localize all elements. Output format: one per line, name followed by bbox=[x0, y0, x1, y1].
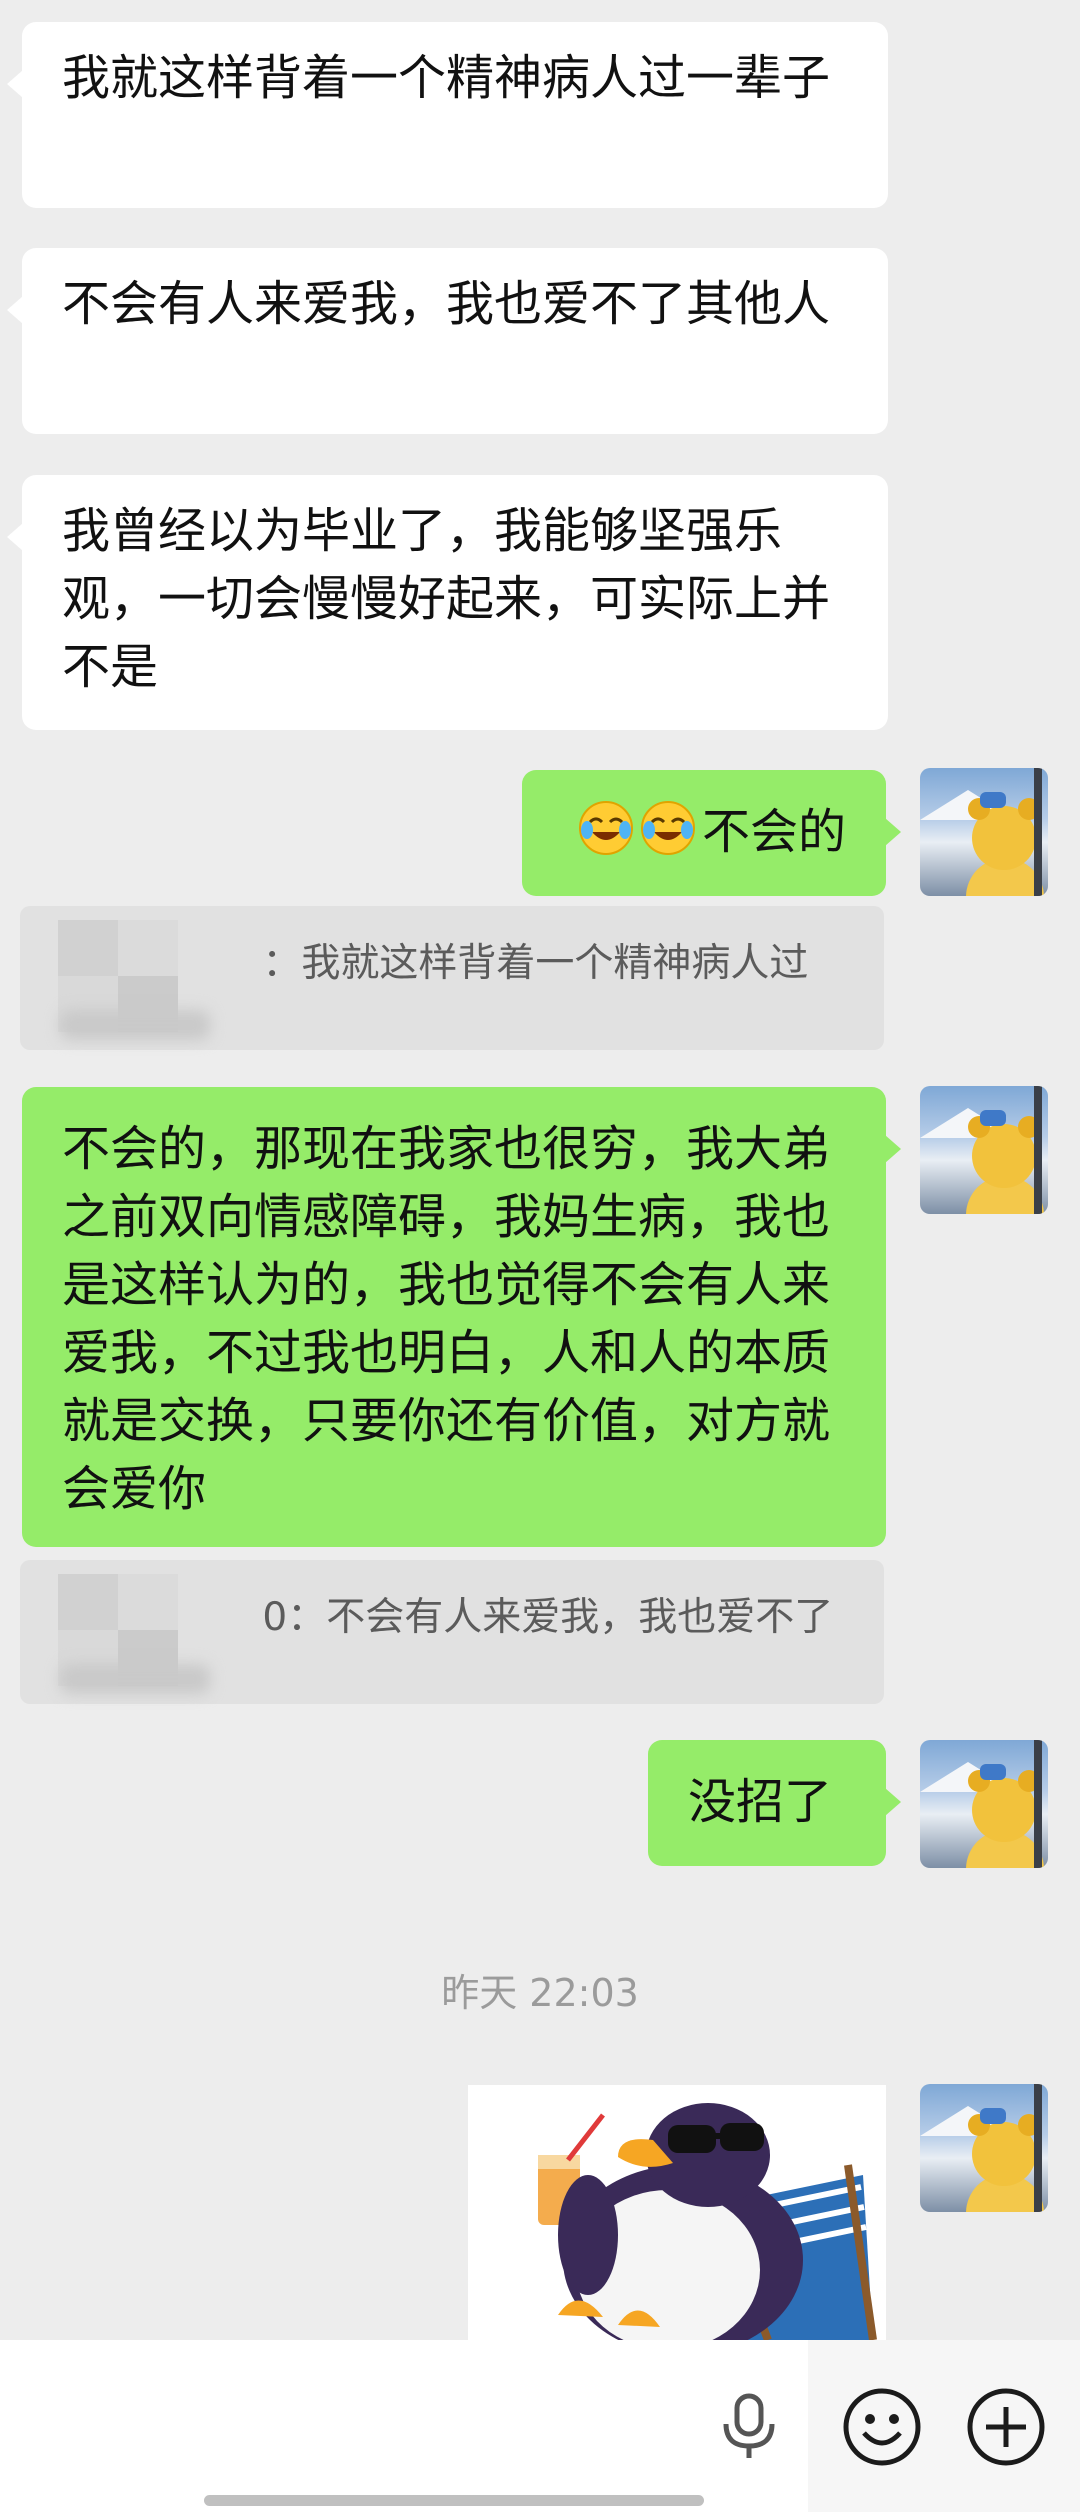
blurred-quote-tail bbox=[60, 1010, 210, 1040]
message-input[interactable] bbox=[0, 2340, 808, 2512]
input-bar bbox=[0, 2340, 1080, 2512]
microphone-icon[interactable] bbox=[716, 2392, 782, 2460]
message-bubble-incoming[interactable]: 我就这样背着一个精神病人过一辈子 bbox=[7, 22, 888, 208]
message-text: 我曾经以为毕业了，我能够坚强乐观，一切会慢慢好起来，可实际上并不是 bbox=[62, 503, 831, 695]
penguin-sticker-drawing bbox=[538, 2103, 877, 2345]
plus-icon[interactable] bbox=[966, 2387, 1046, 2467]
my-avatar[interactable] bbox=[920, 2084, 1048, 2212]
message-text: 我就这样背着一个精神病人过一辈子 bbox=[62, 50, 831, 106]
crying-laughing-emoji-icon bbox=[578, 801, 633, 855]
crying-laughing-emoji-icon bbox=[640, 801, 695, 855]
message-bubble-outgoing[interactable]: 不会的 bbox=[522, 770, 901, 896]
my-avatar[interactable] bbox=[920, 1740, 1048, 1868]
message-text: 没招了 bbox=[688, 1774, 833, 1830]
quoted-text: 0：不会有人来爱我，我也爱不了 bbox=[262, 1595, 834, 1640]
message-bubble-outgoing[interactable]: 没招了 bbox=[648, 1740, 901, 1866]
my-avatar[interactable] bbox=[920, 768, 1048, 896]
smiley-icon[interactable] bbox=[842, 2387, 922, 2467]
message-text: 不会的 bbox=[701, 804, 846, 860]
quoted-text: ：我就这样背着一个精神病人过 bbox=[262, 941, 809, 986]
message-text: 不会的，那现在我家也很穷，我大弟之前双向情感障碍，我妈生病，我也是这样认为的，我… bbox=[62, 1121, 831, 1517]
quoted-message[interactable]: 0：不会有人来爱我，我也爱不了 bbox=[20, 1560, 884, 1704]
message-text: 不会有人来爱我，我也爱不了其他人 bbox=[62, 276, 831, 332]
quoted-message[interactable]: ：我就这样背着一个精神病人过 bbox=[20, 906, 884, 1050]
my-avatar[interactable] bbox=[920, 1086, 1048, 1214]
chat-timestamp: 昨天 22:03 bbox=[441, 1971, 639, 2015]
home-indicator bbox=[204, 2495, 704, 2506]
blurred-quote-tail bbox=[60, 1664, 210, 1694]
message-bubble-incoming[interactable]: 我曾经以为毕业了，我能够坚强乐观，一切会慢慢好起来，可实际上并不是 bbox=[7, 475, 888, 730]
penguin-sticker-icon[interactable] bbox=[468, 2085, 886, 2345]
message-bubble-outgoing[interactable]: 不会的，那现在我家也很穷，我大弟之前双向情感障碍，我妈生病，我也是这样认为的，我… bbox=[22, 1087, 901, 1547]
message-bubble-incoming[interactable]: 不会有人来爱我，我也爱不了其他人 bbox=[7, 248, 888, 434]
